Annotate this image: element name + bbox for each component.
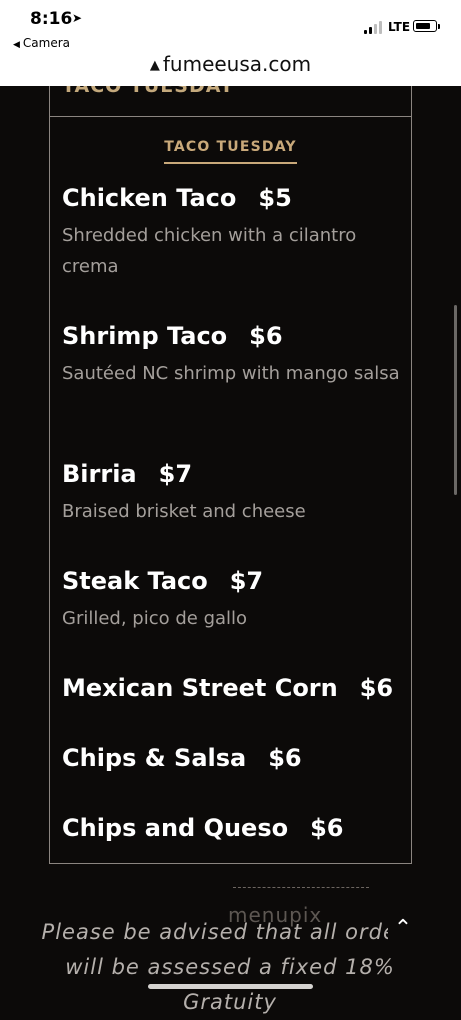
network-type: LTE (388, 20, 411, 34)
menu-item-description: Braised brisket and cheese (62, 501, 306, 522)
menu-item-name: Steak Taco (62, 567, 208, 595)
page-scrollbar[interactable] (454, 305, 457, 495)
menu-item-heading: Steak Taco $7 (62, 567, 402, 595)
menu-item-name: Chips & Salsa (62, 744, 247, 772)
menu-item-description: Shredded chicken with a cilantro crema (62, 225, 357, 277)
menu-item-price: $6 (310, 814, 344, 842)
previous-section-header: TACO TUESDAY (50, 86, 411, 117)
menu-item: Chips & Salsa $6 (62, 744, 402, 772)
menu-item-name: Birria (62, 460, 137, 488)
address-bar[interactable]: ▲ fumeeusa.com (0, 52, 461, 76)
menu-item-name: Chips and Queso (62, 814, 289, 842)
menu-item-name: Mexican Street Corn (62, 674, 338, 702)
menu-item: Steak Taco $7 Grilled, pico de gallo (62, 567, 402, 634)
menu-item-price: $6 (268, 744, 302, 772)
lock-icon: ▲ (149, 58, 160, 73)
dashed-divider (233, 887, 369, 888)
status-bar: 8:16 ➤ ◀ Camera LTE ▲ fumeeusa.com (0, 0, 461, 86)
previous-section-title: TACO TUESDAY (62, 86, 235, 97)
menu-item-price: $5 (258, 184, 292, 212)
menu-item-description: Sautéed NC shrimp with mango salsa (62, 363, 400, 384)
menu-item: Chips and Queso $6 (62, 814, 402, 842)
menu-item-heading: Chips and Queso $6 (62, 814, 402, 842)
menu-section: TACO TUESDAY TACO TUESDAY Chicken Taco $5… (49, 86, 412, 864)
chevron-up-icon: ⌃ (393, 916, 413, 941)
menu-item-heading: Chips & Salsa $6 (62, 744, 402, 772)
location-arrow-icon: ➤ (72, 11, 83, 25)
url-text: fumeeusa.com (162, 52, 312, 76)
back-to-camera-button[interactable]: ◀ Camera (13, 36, 70, 50)
menu-item-price: $7 (229, 567, 264, 595)
menu-item-heading: Birria $7 (62, 460, 402, 488)
menu-item-price: $6 (359, 674, 394, 702)
section-title-text: TACO TUESDAY (164, 139, 297, 164)
menu-item-name: Chicken Taco (62, 184, 237, 212)
menu-item-name: Shrimp Taco (62, 322, 228, 350)
back-app-label: Camera (22, 36, 71, 50)
menu-item: Mexican Street Corn $6 (62, 674, 402, 702)
home-indicator[interactable] (148, 984, 313, 989)
menu-item-price: $6 (249, 322, 283, 350)
menu-item-heading: Chicken Taco $5 (62, 184, 402, 212)
back-triangle-icon: ◀ (13, 40, 20, 50)
battery-icon (413, 20, 440, 32)
menu-item-price: $7 (158, 460, 193, 488)
scroll-to-top-button[interactable]: ⌃ (388, 915, 418, 943)
menu-item-heading: Mexican Street Corn $6 (62, 674, 402, 702)
menu-item: Shrimp Taco $6 Sautéed NC shrimp with man… (62, 322, 402, 389)
gratuity-notice: Please be advised that all orders will b… (41, 920, 419, 1014)
menu-item: Chicken Taco $5 Shredded chicken with a c… (62, 184, 402, 282)
menu-item: Birria $7 Braised brisket and cheese (62, 460, 402, 527)
clock-time: 8:16 (30, 9, 73, 29)
menu-item-heading: Shrimp Taco $6 (62, 322, 402, 350)
section-title: TACO TUESDAY (50, 136, 411, 164)
menu-item-description: Grilled, pico de gallo (62, 608, 248, 629)
signal-strength-icon (364, 20, 386, 34)
